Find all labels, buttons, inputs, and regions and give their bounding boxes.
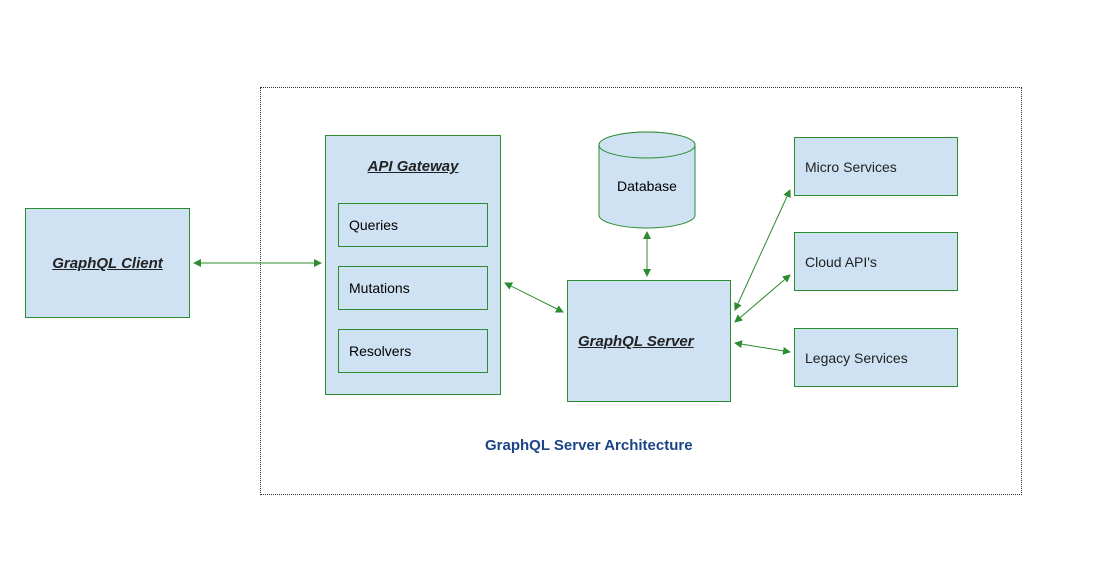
resolvers-label: Resolvers (349, 343, 411, 359)
graphql-client-box: GraphQL Client (25, 208, 190, 318)
mutations-label: Mutations (349, 280, 410, 296)
database-label: Database (597, 178, 697, 194)
micro-services-label: Micro Services (805, 159, 897, 175)
resolvers-box: Resolvers (338, 329, 488, 373)
micro-services-box: Micro Services (794, 137, 958, 196)
legacy-services-box: Legacy Services (794, 328, 958, 387)
graphql-client-label: GraphQL Client (52, 255, 163, 272)
queries-box: Queries (338, 203, 488, 247)
queries-label: Queries (349, 217, 398, 233)
graphql-server-box: GraphQL Server (567, 280, 731, 402)
cloud-apis-box: Cloud API's (794, 232, 958, 291)
mutations-box: Mutations (338, 266, 488, 310)
legacy-services-label: Legacy Services (805, 350, 908, 366)
diagram-caption: GraphQL Server Architecture (485, 437, 693, 454)
graphql-server-label: GraphQL Server (578, 333, 694, 350)
api-gateway-title: API Gateway (368, 158, 459, 175)
cloud-apis-label: Cloud API's (805, 254, 877, 270)
